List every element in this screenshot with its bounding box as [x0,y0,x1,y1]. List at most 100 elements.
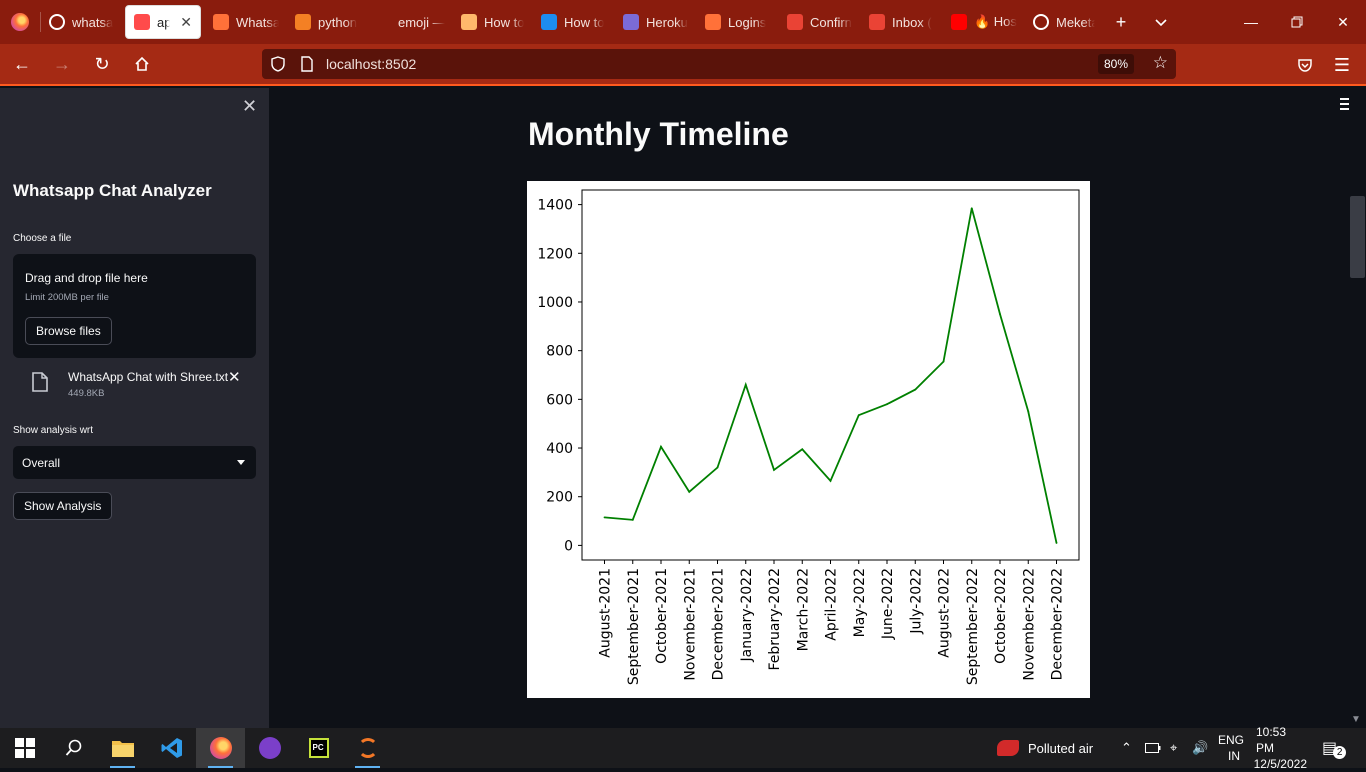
tab-title: Confirn [810,14,852,30]
home-button[interactable] [124,46,160,82]
vscode-icon [161,738,182,758]
x-tick-label: May-2022 [852,568,868,637]
timeline-data-point [970,207,973,210]
x-tick-label: June-2022 [880,568,896,640]
restore-button[interactable] [1274,0,1320,44]
browser-tab[interactable]: Confirn [779,5,861,39]
y-tick-label: 200 [546,490,573,506]
speaker-icon: 🔊 [1192,740,1209,755]
wifi-icon[interactable]: ⌖ [1170,728,1177,768]
minimize-button[interactable]: — [1228,0,1274,44]
main-content: Monthly Timeline 0 200 400 600 800 1000 1200 14… [269,88,1366,728]
timeline-data-point [660,445,662,448]
start-button[interactable] [0,728,49,768]
scroll-down-icon[interactable]: ▼ [1351,714,1361,725]
stackoverflow-icon [295,14,311,30]
navigation-toolbar: ← → ↻ localhost:8502 80% ☆ ☰ [0,44,1366,86]
github-icon [49,14,65,30]
scrollbar-thumb[interactable] [1350,196,1365,278]
pocket-button[interactable] [1287,47,1323,83]
browser-tab[interactable]: How to [533,5,615,39]
firefox-view-button[interactable] [0,0,40,44]
browse-files-button[interactable]: Browse files [25,317,112,345]
vscode-button[interactable] [147,728,196,768]
dropzone-limit: Limit 200MB per file [25,292,109,303]
tab-title: python [318,14,358,30]
browser-tab[interactable]: 🔥 Host [943,5,1025,39]
tab-title: Inbox ( [892,14,932,30]
tool-icon [461,14,477,30]
list-all-tabs-button[interactable] [1143,0,1179,44]
reload-icon: ↻ [94,53,110,74]
x-tick-label: July-2022 [908,568,924,635]
jupyter-button[interactable] [343,728,392,768]
arrow-left-icon: ← [13,53,31,74]
browser-tab[interactable]: Heroku [615,5,697,39]
search-button[interactable] [49,728,98,768]
y-tick-label: 0 [564,538,573,554]
remove-file-icon[interactable]: ✕ [228,368,241,386]
region-code: IN [1228,749,1240,763]
arrow-right-icon: → [53,53,71,74]
zoom-indicator[interactable]: 80% [1097,54,1134,74]
close-tab-icon[interactable]: ✕ [180,14,192,31]
notification-count: 2 [1333,745,1347,759]
weather-widget[interactable]: Polluted air [997,728,1093,768]
address-bar[interactable]: localhost:8502 80% ☆ [262,49,1176,79]
app-taskbar-button[interactable] [245,728,294,768]
x-tick-label: October-2021 [654,568,670,664]
show-analysis-button[interactable]: Show Analysis [13,492,113,520]
uploaded-file-name: WhatsApp Chat with Shree.txt [68,370,229,384]
firefox-icon [705,14,721,30]
analysis-select-label: Show analysis wrt [13,425,94,436]
tab-title: How to [564,14,605,30]
app-menu-button[interactable]: ☰ [1324,47,1360,83]
scrollbar[interactable] [1349,88,1366,728]
page-icon[interactable] [300,56,314,72]
x-tick-label: April-2022 [824,568,840,641]
shield-icon[interactable] [270,56,286,72]
chevron-down-icon [1155,19,1167,27]
clock[interactable]: 10:53 PM 12/5/2022 [1254,725,1307,771]
firefox-taskbar-button[interactable] [196,728,245,768]
browser-tab[interactable]: Inbox ( [861,5,943,39]
x-tick-label: December-2022 [1050,568,1066,680]
chart-svg: 0 200 400 600 800 1000 1200 1400 August-2021 Sept… [537,189,1080,685]
notification-center[interactable]: ▤ 2 [1322,728,1347,768]
browser-tab-strip: whatsa app ✕ Whatsa python emoji — en How to Ho… [0,0,1366,44]
file-dropzone[interactable]: Drag and drop file here Limit 200MB per … [13,254,256,358]
browser-tab[interactable]: app ✕ [125,5,201,39]
tab-title: whatsa [72,14,113,30]
analysis-select[interactable]: Overall [13,446,256,479]
close-sidebar-icon[interactable]: ✕ [242,96,257,117]
reload-button[interactable]: ↻ [84,46,120,82]
browser-tab[interactable]: whatsa [41,5,121,39]
battery-icon[interactable] [1145,728,1161,768]
language-indicator[interactable]: ENG IN [1218,728,1244,768]
browser-tab[interactable]: python [287,5,367,39]
close-window-button[interactable]: ✕ [1320,0,1366,44]
url-text[interactable]: localhost:8502 [326,56,416,72]
forward-button[interactable]: → [44,46,80,82]
k-icon [541,14,557,30]
browser-tab[interactable]: Logins [697,5,779,39]
timeline-data-point [1027,410,1030,413]
volume-icon[interactable]: 🔊 [1192,728,1208,768]
back-button[interactable]: ← [4,46,40,82]
y-tick-label: 1000 [537,295,573,311]
pycharm-button[interactable]: PC [294,728,343,768]
sidebar-title: Whatsapp Chat Analyzer [13,181,212,200]
y-tick-label: 800 [546,344,573,360]
browser-tab[interactable]: emoji — en [367,5,453,39]
browser-tab[interactable]: How to [453,5,533,39]
browser-tab[interactable]: Meketa [1025,5,1103,39]
windows-taskbar: PC Polluted air ⌃ ⌖ 🔊 ENG IN 10:53 PM 12… [0,725,1366,771]
github-icon [1033,14,1049,30]
bookmark-star-icon[interactable]: ☆ [1153,53,1168,73]
new-tab-button[interactable]: + [1103,0,1139,44]
show-hidden-icons[interactable]: ⌃ [1121,728,1132,768]
file-icon [32,372,48,392]
browser-tab[interactable]: Whatsa [205,5,287,39]
mask-icon [258,737,281,759]
file-explorer-button[interactable] [98,728,147,768]
